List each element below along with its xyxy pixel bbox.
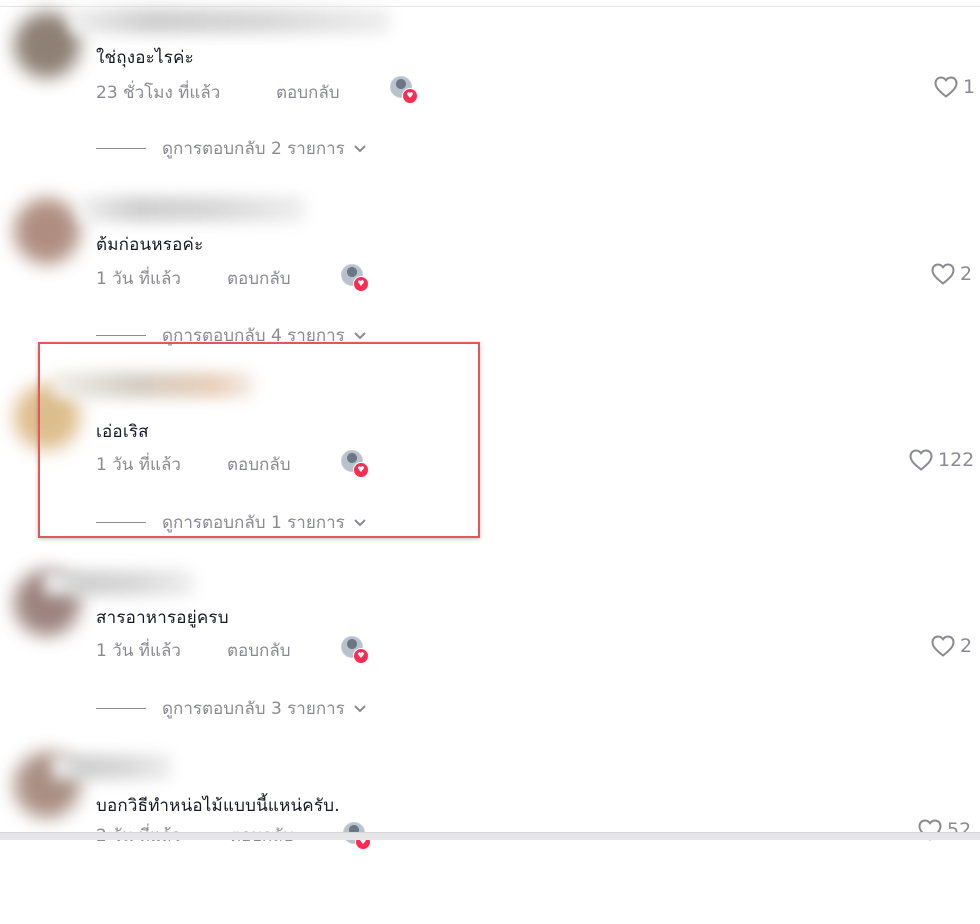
heart-badge-icon: ♥ bbox=[353, 648, 369, 664]
comment-text: ต้มก่อนหรอค่ะ bbox=[96, 235, 204, 255]
like-count: 2 bbox=[960, 635, 973, 657]
replies-divider bbox=[96, 148, 146, 149]
comment-timestamp: 23 ชั่วโมง ที่แล้ว bbox=[96, 83, 221, 103]
username-blurred[interactable] bbox=[52, 754, 172, 780]
reply-button[interactable]: ตอบกลับ bbox=[276, 79, 340, 106]
replies-divider bbox=[96, 708, 146, 709]
like-button[interactable]: 122 bbox=[909, 449, 974, 471]
comment-item: ใช่ถุงอะไรค่ะ 23 ชั่วโมง ที่แล้ว ตอบกลับ… bbox=[0, 0, 980, 180]
heart-badge-icon: ♥ bbox=[402, 88, 418, 104]
heart-outline-icon bbox=[934, 76, 958, 98]
creator-avatar-with-heart-icon: ♥ bbox=[341, 264, 369, 292]
comment-timestamp: 1 วัน ที่แล้ว bbox=[96, 641, 181, 661]
comment-text: ใช่ถุงอะไรค่ะ bbox=[96, 48, 194, 68]
highlight-box bbox=[38, 342, 480, 538]
reply-button[interactable]: ตอบกลับ bbox=[227, 637, 291, 664]
heart-outline-icon bbox=[931, 635, 955, 657]
view-replies-button[interactable]: ดูการตอบกลับ 2 รายการ bbox=[96, 135, 367, 162]
heart-outline-icon bbox=[931, 263, 955, 285]
creator-avatar-with-heart-icon: ♥ bbox=[390, 76, 418, 104]
heart-outline-icon bbox=[909, 449, 933, 471]
chevron-down-icon bbox=[354, 144, 366, 152]
avatar[interactable] bbox=[14, 198, 80, 264]
like-count: 122 bbox=[938, 449, 975, 471]
username-blurred[interactable] bbox=[80, 196, 305, 222]
view-replies-label: ดูการตอบกลับ 3 รายการ bbox=[162, 699, 345, 719]
comment-text: บอกวิธีทำหน่อไม้แบบนี้แหน่ครับ. bbox=[96, 796, 340, 816]
comment-item: ต้มก่อนหรอค่ะ 1 วัน ที่แล้ว ตอบกลับ ♥ 2 … bbox=[0, 180, 980, 366]
comment-timestamp: 1 วัน ที่แล้ว bbox=[96, 269, 181, 289]
view-replies-label: ดูการตอบกลับ 2 รายการ bbox=[162, 139, 345, 159]
creator-avatar-with-heart-icon: ♥ bbox=[341, 636, 369, 664]
username-blurred[interactable] bbox=[70, 8, 390, 34]
view-replies-button[interactable]: ดูการตอบกลับ 3 รายการ bbox=[96, 695, 367, 722]
like-button[interactable]: 1 bbox=[934, 76, 975, 98]
chevron-down-icon bbox=[354, 331, 366, 339]
username-blurred[interactable] bbox=[44, 570, 194, 596]
like-button[interactable]: 2 bbox=[931, 635, 972, 657]
heart-badge-icon: ♥ bbox=[353, 276, 369, 292]
like-button[interactable]: 2 bbox=[931, 263, 972, 285]
like-count: 1 bbox=[963, 76, 976, 98]
comment-text: สารอาหารอยู่ครบ bbox=[96, 608, 229, 628]
comment-item: บอกวิธีทำหน่อไม้แบบนี้แหน่ครับ. 2 วัน ที… bbox=[0, 738, 980, 924]
like-count: 2 bbox=[960, 263, 973, 285]
chevron-down-icon bbox=[354, 704, 366, 712]
reply-button[interactable]: ตอบกลับ bbox=[227, 265, 291, 292]
comment-item: สารอาหารอยู่ครบ 1 วัน ที่แล้ว ตอบกลับ ♥ … bbox=[0, 552, 980, 738]
replies-divider bbox=[96, 335, 146, 336]
